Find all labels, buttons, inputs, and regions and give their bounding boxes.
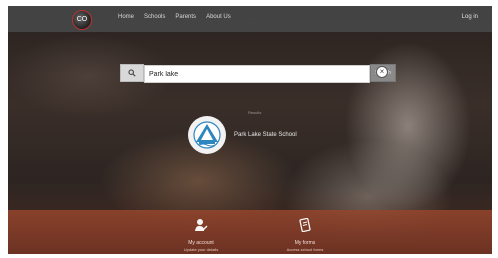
- nav-item-about[interactable]: About Us: [206, 14, 231, 20]
- search-bar: × Search: [120, 64, 396, 84]
- feature-subtitle: Update your details: [183, 247, 219, 252]
- hero-background: CO Home Schools Parents About Us Log in …: [8, 6, 492, 254]
- feature-my-forms[interactable]: My forms Access school forms: [260, 217, 350, 252]
- browser-frame: CO Home Schools Parents About Us Log in …: [0, 0, 498, 258]
- person-edit-icon: [195, 219, 208, 231]
- login-link[interactable]: Log in: [462, 14, 478, 20]
- main-nav: Home Schools Parents About Us: [118, 14, 231, 20]
- search-icon: [128, 69, 136, 77]
- nav-item-parents[interactable]: Parents: [175, 14, 196, 20]
- school-badge-icon: [188, 116, 226, 154]
- results-label: Results: [248, 110, 262, 115]
- clear-search-icon[interactable]: ×: [376, 65, 388, 78]
- search-icon-button[interactable]: [120, 64, 144, 82]
- feature-subtitle: Access school forms: [286, 247, 324, 252]
- search-input[interactable]: [144, 65, 370, 84]
- school-name: Park Lake State School: [234, 132, 297, 138]
- nav-item-home[interactable]: Home: [118, 14, 134, 20]
- feature-my-account[interactable]: My account Update your details: [156, 218, 246, 252]
- feature-title: My account: [188, 240, 214, 246]
- search-result-item[interactable]: Park Lake State School: [188, 116, 297, 154]
- top-navigation-bar: CO Home Schools Parents About Us Log in: [8, 6, 492, 32]
- bottom-band: [8, 210, 492, 254]
- school-crest-icon: [193, 121, 221, 149]
- mobile-form-icon: [299, 217, 311, 233]
- nav-item-schools[interactable]: Schools: [144, 14, 165, 20]
- site-logo[interactable]: CO: [72, 10, 92, 30]
- feature-title: My forms: [294, 240, 316, 246]
